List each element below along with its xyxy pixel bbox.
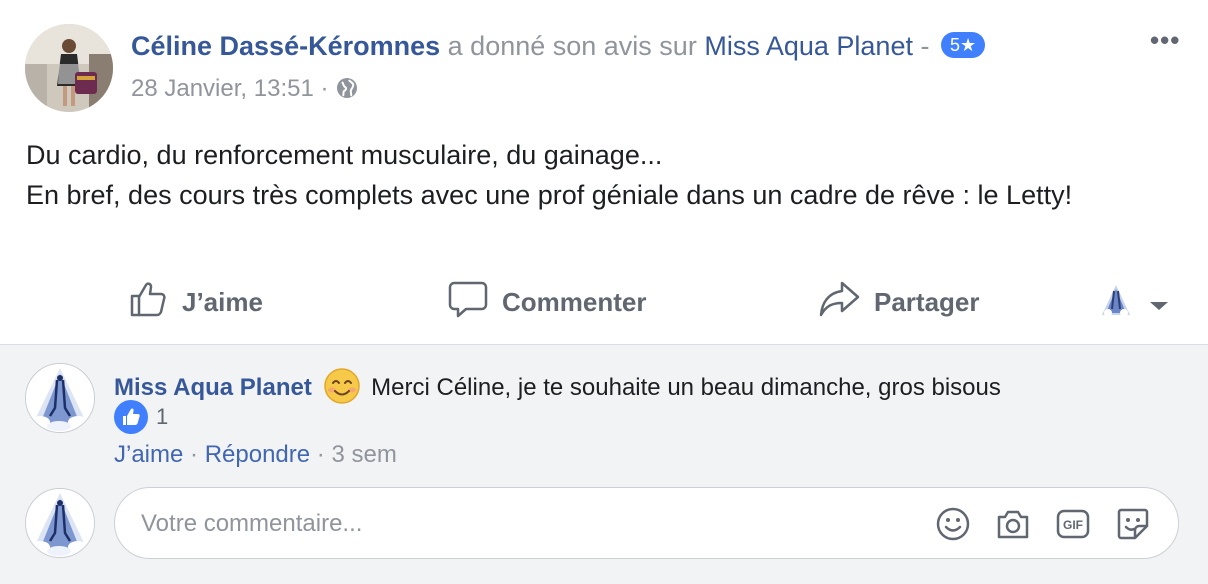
comment-actions: J’aime · Répondre · 3 sem (114, 440, 397, 470)
meta-separator: · (320, 75, 329, 102)
comment-label: Commenter (502, 286, 647, 317)
like-reaction-icon (114, 400, 148, 434)
like-label: J’aime (182, 286, 263, 317)
like-count: 1 (156, 404, 169, 429)
input-tools: GIF (935, 506, 1175, 542)
author-name[interactable]: Céline Dassé-Kéromnes (131, 31, 440, 61)
comment-input-box: GIF (114, 487, 1179, 559)
more-options-button[interactable]: ••• (1150, 27, 1186, 54)
comment-text: Merci Céline, je te souhaite un beau dim… (371, 374, 1001, 401)
smiling-emoji-icon (323, 367, 361, 405)
post-header: Céline Dassé-Kéromnes a donné son avis s… (131, 28, 986, 64)
page-name-link[interactable]: Miss Aqua Planet (704, 31, 913, 61)
page-separator: - (920, 31, 930, 61)
like-button[interactable]: J’aime (128, 280, 263, 324)
action-separator: · (316, 441, 325, 468)
page-avatar[interactable] (25, 363, 95, 433)
review-line: En bref, des cours très complets avec un… (26, 180, 1073, 210)
share-label: Partager (874, 286, 980, 317)
action-bar: J’aime Commenter Partager (0, 272, 1208, 332)
comment-input[interactable] (139, 506, 903, 542)
reply-link[interactable]: Répondre (205, 441, 310, 468)
comment-content: Miss Aqua Planet Merci Céline, je te sou… (114, 367, 1001, 405)
sticker-icon[interactable] (1115, 506, 1151, 542)
comment-button[interactable]: Commenter (448, 280, 646, 324)
rating-badge: 5★ (941, 32, 986, 58)
gif-icon[interactable]: GIF (1055, 506, 1091, 542)
share-button[interactable]: Partager (818, 280, 980, 324)
camera-icon[interactable] (995, 506, 1031, 542)
globe-icon (335, 76, 359, 100)
comment-like-link[interactable]: J’aime (114, 441, 183, 468)
page-avatar-small (1098, 283, 1148, 326)
thumbs-up-icon (128, 279, 182, 326)
review-text: Du cardio, du renforcement musculaire, d… (26, 135, 1186, 215)
reply-page-avatar[interactable] (25, 488, 95, 558)
share-arrow-icon (818, 279, 874, 326)
comment-reactions[interactable]: 1 (114, 400, 168, 434)
author-avatar[interactable] (25, 24, 113, 112)
review-line: Du cardio, du renforcement musculaire, d… (26, 140, 663, 170)
review-verb: a donné son avis sur (447, 31, 697, 61)
post-meta: 28 Janvier, 13:51 · (131, 74, 359, 104)
action-separator: · (190, 441, 199, 468)
post-timestamp[interactable]: 28 Janvier, 13:51 (131, 75, 314, 102)
comment-author[interactable]: Miss Aqua Planet (114, 374, 312, 401)
smiley-icon[interactable] (935, 506, 971, 542)
comments-section: Miss Aqua Planet Merci Céline, je te sou… (0, 345, 1208, 584)
identity-switcher[interactable] (1098, 282, 1184, 326)
svg-text:GIF: GIF (1063, 518, 1083, 532)
speech-bubble-icon (448, 279, 502, 326)
chevron-down-icon (1148, 289, 1184, 320)
review-post: Céline Dassé-Kéromnes a donné son avis s… (0, 0, 1208, 584)
comment-time[interactable]: 3 sem (331, 441, 396, 468)
